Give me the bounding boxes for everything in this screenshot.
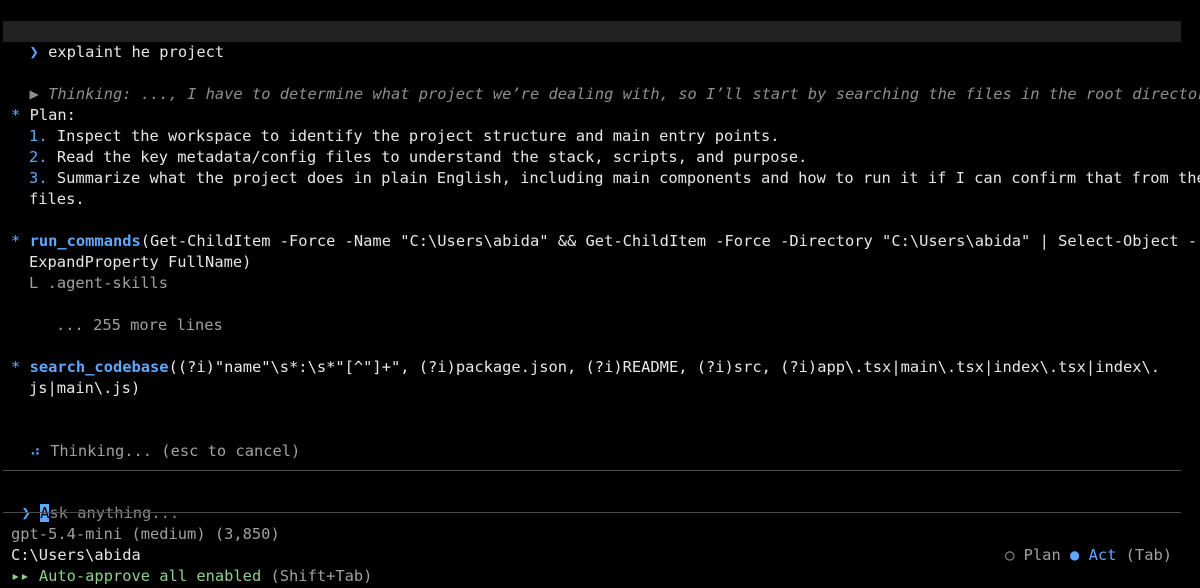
plan-step-text: Inspect the workspace to identify the pr…	[56, 127, 780, 145]
input-placeholder: sk anything...	[49, 504, 180, 522]
run-commands-block: * run_commands(Get-ChildItem -Force -Nam…	[11, 231, 1200, 336]
mode-hint: (Tab)	[1125, 546, 1172, 564]
user-message-text: explaint he project	[48, 43, 225, 61]
tool-name: search_codebase	[29, 358, 169, 376]
plan-bullet-icon: *	[11, 106, 21, 124]
plan-mode-label[interactable]: Plan	[1024, 546, 1061, 564]
thinking-block[interactable]: ▶ Thinking: ..., I have to determine wha…	[11, 63, 1200, 105]
plan-step-text: Read the key metadata/config files to un…	[56, 148, 808, 166]
plan-step-text: Summarize what the project does in plain…	[56, 169, 1200, 187]
plan-step-number: 1.	[29, 127, 48, 145]
plan-block: * Plan: 1. Inspect the workspace to iden…	[11, 105, 1200, 210]
plan-step-number: 3.	[29, 169, 48, 187]
auto-approve-hint: (Shift+Tab)	[270, 567, 373, 585]
tool-args: Get-ChildItem -Force -Name "C:\Users\abi…	[150, 232, 1198, 250]
act-mode-radio-icon[interactable]: ●	[1070, 546, 1079, 564]
tool-bullet-icon: *	[11, 358, 21, 376]
thinking-text: Thinking: ..., I have to determine what …	[48, 85, 1200, 103]
spinner-icon: ⠴	[29, 442, 41, 460]
act-mode-label[interactable]: Act	[1089, 546, 1117, 564]
search-codebase-block: * search_codebase((?i)"name"\s*:\s*"[^"]…	[11, 357, 1200, 399]
tool-paren: )	[242, 253, 252, 271]
expand-arrow-icon[interactable]: ▶	[30, 85, 39, 103]
plan-step-text: files.	[29, 190, 85, 208]
mode-toggle[interactable]: ○ Plan ● Act (Tab)	[968, 524, 1172, 587]
thinking-status: ⠴ Thinking... (esc to cancel)	[11, 420, 1200, 462]
chat-input[interactable]: ❯ Ask anything...	[3, 482, 1200, 524]
thinking-status-text: Thinking... (esc to cancel)	[50, 442, 301, 460]
more-lines-text[interactable]: ... 255 more lines	[56, 316, 223, 334]
plan-title: Plan:	[29, 106, 76, 124]
tool-args: (?i)"name"\s*:\s*"[^"]+", (?i)package.js…	[177, 358, 1161, 376]
tool-paren: (	[168, 358, 178, 376]
divider	[3, 470, 1181, 471]
tool-paren: (	[140, 232, 151, 250]
tool-args-cont: js|main\.js	[29, 379, 131, 397]
user-message: ❯ explaint he project	[3, 21, 1181, 61]
text-cursor: A	[40, 504, 50, 522]
prompt-chevron-icon: ❯	[29, 43, 39, 61]
tool-paren: )	[130, 379, 141, 397]
input-chevron-icon: ❯	[21, 504, 31, 522]
tree-branch-icon: L	[29, 274, 39, 292]
tool-output-line: .agent-skills	[47, 274, 169, 292]
tool-name: run_commands	[29, 232, 141, 250]
auto-approve-icon: ▸▸	[11, 567, 30, 585]
auto-approve-text: Auto-approve all enabled	[38, 567, 262, 585]
status-area: gpt-5.4-mini (medium) (3,850) C:\Users\a…	[11, 524, 1172, 587]
tool-args-cont: ExpandProperty FullName	[29, 253, 243, 271]
divider	[3, 512, 1181, 513]
plan-step-number: 2.	[29, 148, 48, 166]
tool-bullet-icon: *	[11, 232, 21, 250]
plan-mode-radio-icon[interactable]: ○	[1005, 546, 1014, 564]
